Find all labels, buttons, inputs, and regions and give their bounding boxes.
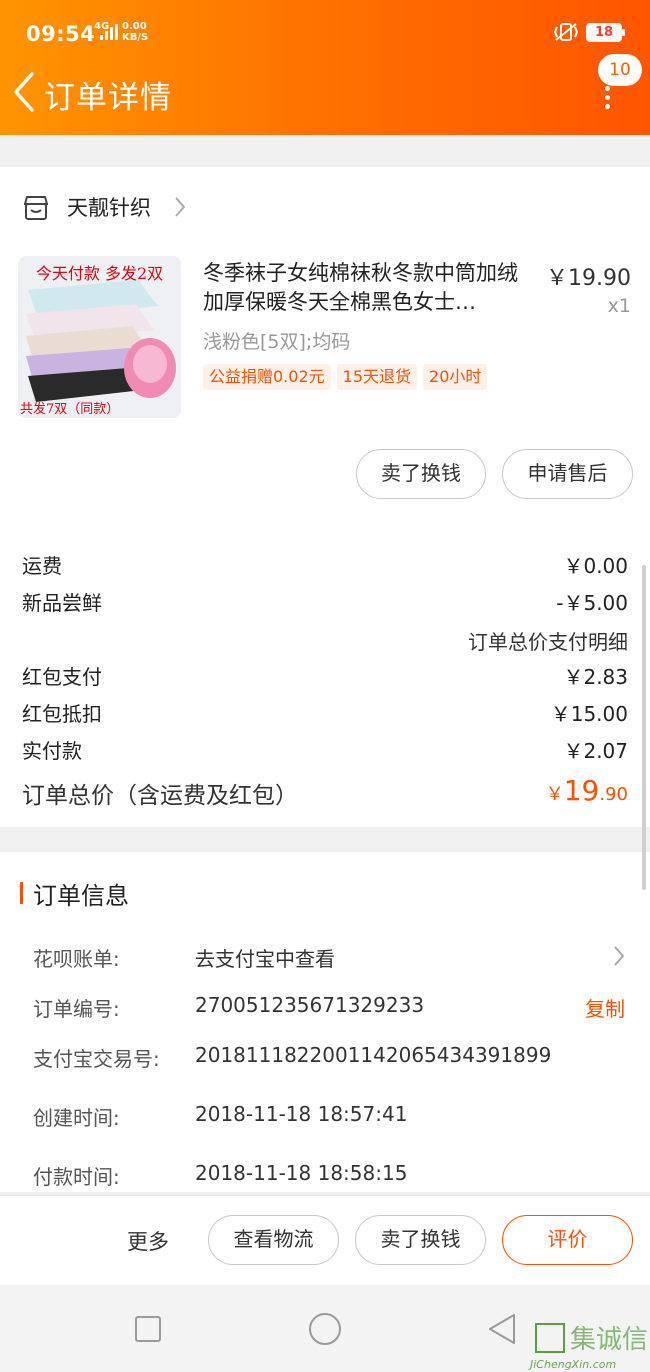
app-header: 09:54 4G 0.00 KB/S 18 订单详情 10 — [0, 0, 650, 135]
vibrate-icon — [553, 23, 579, 41]
view-logistics-button[interactable]: 查看物流 — [208, 1215, 339, 1265]
redpack-pay-value: ￥2.83 — [563, 665, 628, 689]
nav-back-icon[interactable] — [486, 1312, 518, 1346]
order-total-value: ￥19.90 — [546, 774, 628, 807]
home-icon[interactable] — [309, 1313, 341, 1345]
copy-button[interactable]: 复制 — [585, 993, 625, 1022]
image-promo-text: 今天付款 多发2双 — [35, 264, 164, 283]
shop-name[interactable]: 天靓针织 — [67, 193, 151, 223]
redpack-deduct-row: 红包抵扣 ￥15.00 — [22, 698, 628, 728]
rate-button[interactable]: 评价 — [502, 1215, 633, 1265]
message-count-badge[interactable]: 10 — [598, 54, 642, 86]
bottom-action-bar: 更多 查看物流 卖了换钱 评价 — [0, 1195, 650, 1285]
network-speed-unit: KB/S — [122, 32, 149, 43]
sell-for-cash-button[interactable]: 卖了换钱 — [356, 449, 486, 499]
watermark-url: JiChengXin.com — [530, 1358, 617, 1371]
order-number-row: 订单编号: 2700512356713292​33 复制 — [33, 993, 633, 1023]
product-spec: 浅粉色[5双];均码 — [203, 331, 351, 353]
total-currency: ￥ — [545, 784, 564, 805]
created-time-row: 创建时间: 2018-11-18 18:57:41 — [33, 1102, 633, 1132]
page-title: 订单详情 — [44, 80, 172, 116]
order-total-row: 订单总价（含运费及红包） ￥19.90 — [22, 774, 628, 814]
newbie-value: -￥5.00 — [556, 591, 628, 615]
newbie-discount-row: 新品尝鲜 -￥5.00 — [22, 587, 628, 617]
total-integer: 19 — [563, 774, 600, 807]
redpack-deduct-value: ￥15.00 — [550, 702, 628, 726]
order-number-value: 2700512356713292​33 — [195, 993, 425, 1017]
shipping-label: 运费 — [22, 554, 62, 578]
actual-paid-row: 实付款 ￥2.07 — [22, 735, 628, 765]
product-price: ￥19.90 — [546, 266, 631, 291]
order-total-label: 订单总价（含运费及红包） — [22, 783, 298, 809]
shipping-row: 运费 ￥0.00 — [22, 550, 628, 580]
network-speed: 0.00 KB/S — [122, 21, 148, 43]
scrollbar[interactable] — [642, 565, 646, 890]
order-item-card: 天靓针织 今天付款 多发2双 共发7双（同款） 冬季袜子女纯棉袜秋冬款中筒加绒加… — [0, 167, 650, 827]
back-arrow-icon[interactable] — [8, 70, 42, 114]
battery-indicator: 18 — [586, 23, 625, 42]
paid-time-value: 2018-11-18 18:58:15 — [195, 1161, 408, 1185]
newbie-label: 新品尝鲜 — [22, 591, 102, 615]
more-menu-icon[interactable] — [600, 86, 614, 110]
huabei-row[interactable]: 花呗账单: 去支付宝中查看 — [33, 943, 633, 973]
huabei-label: 花呗账单: — [33, 947, 120, 971]
paid-time-row: 付款时间: 2018-11-18 18:58:15 — [33, 1161, 633, 1191]
shipping-value: ￥0.00 — [563, 554, 628, 578]
section-accent-bar — [20, 882, 23, 904]
chevron-right-icon — [614, 946, 625, 966]
redpack-pay-label: 红包支付 — [22, 665, 102, 689]
more-actions-link[interactable]: 更多 — [127, 1226, 169, 1256]
network-speed-value: 0.00 — [122, 21, 147, 32]
product-quantity: x1 — [607, 295, 631, 317]
status-time: 09:54 — [26, 22, 96, 46]
status-bar: 09:54 4G 0.00 KB/S 18 — [0, 0, 650, 64]
created-time-label: 创建时间: — [33, 1106, 120, 1130]
product-image[interactable]: 今天付款 多发2双 共发7双（同款） — [18, 256, 181, 418]
order-info-card: 订单信息 花呗账单: 去支付宝中查看 订单编号: 270051235671329… — [0, 852, 650, 1192]
sell-for-cash-bottom-button[interactable]: 卖了换钱 — [355, 1215, 486, 1265]
actual-paid-value: ￥2.07 — [563, 739, 628, 763]
alipay-trade-value: 2018111822001142065434391899 — [195, 1043, 552, 1067]
order-number-label: 订单编号: — [33, 997, 120, 1021]
image-promo-note: 共发7双（同款） — [20, 402, 120, 417]
shop-icon — [24, 196, 48, 220]
signal-icon — [100, 24, 118, 40]
payment-detail-link[interactable]: 订单总价支付明细 — [468, 626, 628, 655]
tag-ship-time: 20小时 — [423, 364, 488, 390]
section-title: 订单信息 — [33, 882, 129, 910]
redpack-pay-row: 红包支付 ￥2.83 — [22, 661, 628, 691]
alipay-trade-label: 支付宝交易号: — [33, 1047, 160, 1071]
recent-apps-icon[interactable] — [135, 1316, 161, 1342]
after-sale-button[interactable]: 申请售后 — [502, 449, 633, 499]
service-tags: 公益捐赠0.02元 15天退货 20小时 — [203, 364, 493, 390]
tag-charity: 公益捐赠0.02元 — [203, 364, 331, 390]
redpack-deduct-label: 红包抵扣 — [22, 702, 102, 726]
paid-time-label: 付款时间: — [33, 1165, 120, 1189]
watermark-brand: 集诚信 — [570, 1325, 648, 1355]
huabei-value[interactable]: 去支付宝中查看 — [195, 943, 335, 972]
chevron-right-icon — [175, 197, 186, 217]
total-decimal: .90 — [599, 784, 628, 805]
tag-return: 15天退货 — [336, 364, 418, 390]
actual-paid-label: 实付款 — [22, 739, 82, 763]
created-time-value: 2018-11-18 18:57:41 — [195, 1102, 408, 1126]
product-title[interactable]: 冬季袜子女纯棉袜秋冬款中筒加绒加厚保暖冬天全棉黑色女士… — [203, 259, 533, 317]
alipay-trade-row: 支付宝交易号: 2018111822001142065434391899 — [33, 1043, 633, 1073]
